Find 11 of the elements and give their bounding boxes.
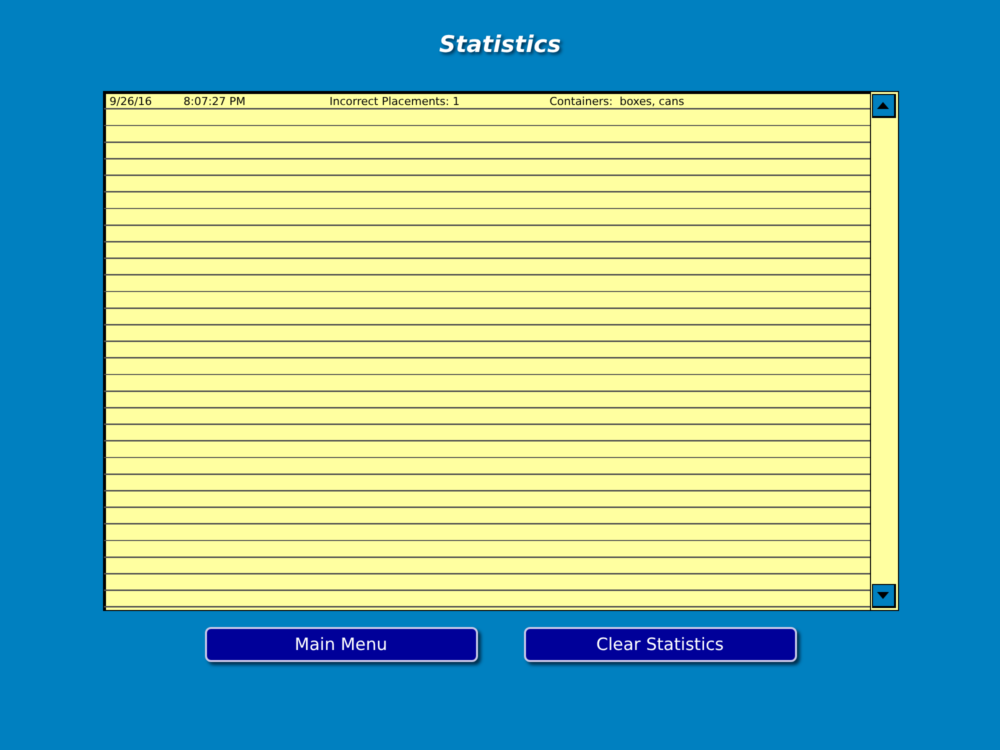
up-arrow-icon — [877, 102, 889, 109]
page-title: Statistics — [439, 32, 561, 60]
containers-text: Containers: boxes, cans — [550, 94, 684, 109]
menu-button[interactable]: Clear Statistics — [524, 627, 796, 662]
placements-text: Incorrect Placements: 1 — [330, 94, 461, 109]
date-text: 9/26/16 — [110, 94, 153, 109]
time-text: 8:07:27 PM — [184, 94, 247, 109]
down-arrow-icon — [877, 592, 889, 599]
scroll-down-button[interactable] — [872, 584, 896, 608]
menu-button[interactable]: Main Menu — [204, 627, 478, 662]
scroll-up-button[interactable] — [872, 94, 896, 118]
